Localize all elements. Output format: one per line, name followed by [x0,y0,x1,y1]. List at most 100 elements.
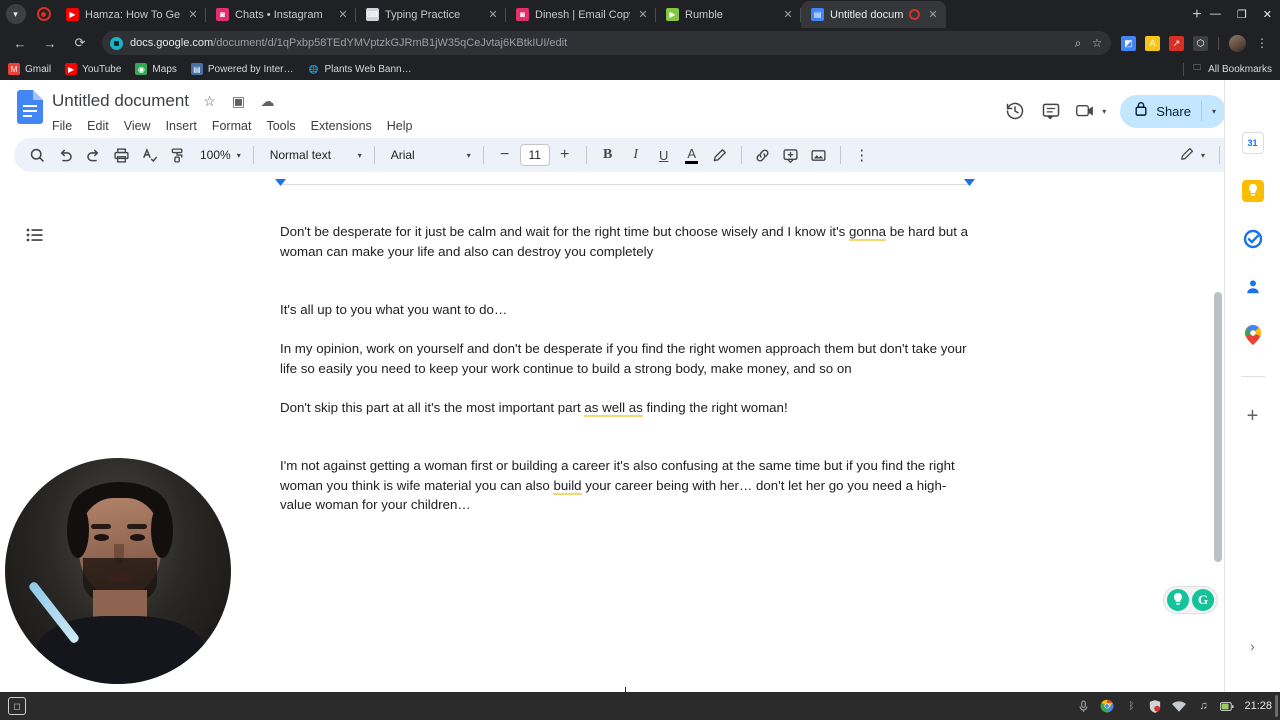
bookmark-item[interactable]: ◉ Maps [135,63,177,75]
highlight-pen-icon[interactable] [707,142,733,168]
browser-tab[interactable]: ▶ Rumble ✕ [656,1,801,28]
zoom-control[interactable]: 100% ▾ [192,142,245,168]
bookmark-item[interactable]: ▤ Powered by Inter… [190,63,293,75]
audio-icon[interactable]: ♫ [1196,699,1210,713]
document-outline-icon[interactable] [22,222,48,248]
bluetooth-icon[interactable]: ᛒ [1124,699,1138,713]
star-icon[interactable]: ☆ [201,93,218,110]
browser-tab[interactable]: ◙ Dinesh | Email Copywriter (@ ✕ [506,1,656,28]
tab-close-button[interactable]: ✕ [636,8,650,21]
recording-indicator-icon[interactable] [36,7,51,21]
more-options-button[interactable]: ⋮ [849,142,875,168]
maximize-button[interactable]: ❐ [1237,8,1247,21]
grammarly-g-icon[interactable]: G [1192,589,1214,611]
share-caret-icon[interactable]: ▾ [1212,107,1216,116]
grammarly-widget[interactable]: G [1163,586,1218,614]
bookmark-item[interactable]: ▶ YouTube [65,63,121,75]
cloud-saved-icon[interactable]: ☁ [259,93,276,110]
back-button[interactable]: ← [8,31,32,55]
tab-close-button[interactable]: ✕ [926,8,940,21]
menu-view[interactable]: View [124,119,151,133]
tab-close-button[interactable]: ✕ [336,8,350,21]
app-launcher-button[interactable]: ◻ [8,697,26,715]
browser-tab[interactable]: ◙ Chats • Instagram ✕ [206,1,356,28]
profile-avatar[interactable] [1229,34,1246,52]
decrease-font-size-button[interactable]: − [492,142,518,168]
zoom-icon[interactable]: ⌕ [1072,36,1084,51]
reload-button[interactable]: ⟳ [68,31,92,55]
add-comment-icon[interactable] [778,142,804,168]
add-addon-button[interactable]: + [1247,405,1259,428]
paint-format-icon[interactable] [164,142,190,168]
document-paragraph[interactable]: Don't skip this part at all it's the mos… [280,398,972,418]
tab-search-chevron-icon[interactable]: ▾ [5,4,26,24]
document-ruler[interactable] [0,178,1280,192]
bold-button[interactable]: B [595,142,621,168]
tab-close-button[interactable]: ✕ [781,8,795,21]
document-paragraph[interactable]: It's all up to you what you want to do… [280,300,972,320]
shield-icon[interactable] [1148,699,1162,713]
close-window-button[interactable]: ✕ [1263,8,1272,21]
editing-mode-button[interactable]: ▾ [1171,142,1209,168]
menu-extensions[interactable]: Extensions [311,119,372,133]
move-folder-icon[interactable]: ▣ [230,93,247,110]
minimize-button[interactable]: — [1210,8,1221,20]
document-paragraph[interactable]: In my opinion, work on yourself and don'… [280,339,972,378]
bookmark-item[interactable]: M Gmail [8,63,51,75]
forward-button[interactable]: → [38,31,62,55]
font-size-input[interactable]: 11 [519,144,550,166]
google-maps-icon[interactable] [1241,324,1264,346]
webcam-bubble[interactable] [5,458,231,684]
version-history-icon[interactable] [1004,100,1026,122]
google-tasks-icon[interactable] [1241,228,1264,250]
tab-recording-icon[interactable] [909,9,920,20]
document-paragraph[interactable]: I'm not against getting a woman first or… [280,456,972,515]
redo-button[interactable] [80,142,106,168]
site-info-icon[interactable] [110,36,123,50]
bookmark-item[interactable]: 🌐 Plants Web Bann… [307,63,412,75]
menu-format[interactable]: Format [212,119,252,133]
extension-grammarly[interactable]: A [1145,35,1160,51]
menu-edit[interactable]: Edit [87,119,109,133]
google-docs-logo[interactable] [14,88,46,130]
browser-tab[interactable]: ⌨ Typing Practice ✕ [356,1,506,28]
comment-icon[interactable] [1040,100,1062,122]
tab-close-button[interactable]: ✕ [186,8,200,21]
link-icon[interactable] [750,142,776,168]
google-contacts-icon[interactable] [1241,276,1264,298]
menu-insert[interactable]: Insert [166,119,197,133]
insert-image-icon[interactable] [806,142,832,168]
google-keep-icon[interactable] [1241,180,1264,202]
expand-side-panel-button[interactable]: › [1250,639,1254,654]
grammarly-bulb-icon[interactable] [1167,589,1189,611]
search-icon[interactable] [24,142,50,168]
all-bookmarks-button[interactable]: 🗀 All Bookmarks [1191,63,1272,75]
vertical-scrollbar[interactable] [1214,292,1222,562]
tab-close-button[interactable]: ✕ [486,8,500,21]
google-calendar-icon[interactable]: 31 [1241,132,1264,154]
chrome-menu-button[interactable]: ⋮ [1256,36,1268,50]
document-title[interactable]: Untitled document [52,91,189,111]
address-bar[interactable]: docs.google.com/document/d/1qPxbp58TEdYM… [102,31,1111,55]
browser-tab[interactable]: ▶ Hamza: How To Get Your Dre ✕ [56,1,206,28]
spellcheck-icon[interactable] [136,142,162,168]
increase-font-size-button[interactable]: + [552,142,578,168]
extension-colorful[interactable]: ◩ [1121,35,1136,51]
clock[interactable]: 21:28 [1244,700,1272,712]
microphone-icon[interactable] [1076,699,1090,713]
document-body-text[interactable]: Don't be desperate for it just be calm a… [280,222,972,515]
browser-tab[interactable]: ▤ Untitled document - Goo ✕ [801,1,946,28]
document-paragraph[interactable]: Don't be desperate for it just be calm a… [280,222,972,261]
text-color-button[interactable]: A [679,142,705,168]
underline-button[interactable]: U [651,142,677,168]
extension-red-arrow[interactable]: ↗ [1169,35,1184,51]
meet-caret-icon[interactable]: ▾ [1102,107,1106,116]
meet-icon[interactable]: ▾ [1076,100,1106,122]
menu-tools[interactable]: Tools [266,119,295,133]
battery-icon[interactable] [1220,699,1235,713]
share-button[interactable]: Share ▾ [1120,94,1226,128]
font-family-dropdown[interactable]: Arial ▾ [383,142,475,168]
extension-puzzle[interactable]: ⬡ [1193,35,1208,51]
wifi-icon[interactable] [1172,699,1187,713]
print-icon[interactable] [108,142,134,168]
